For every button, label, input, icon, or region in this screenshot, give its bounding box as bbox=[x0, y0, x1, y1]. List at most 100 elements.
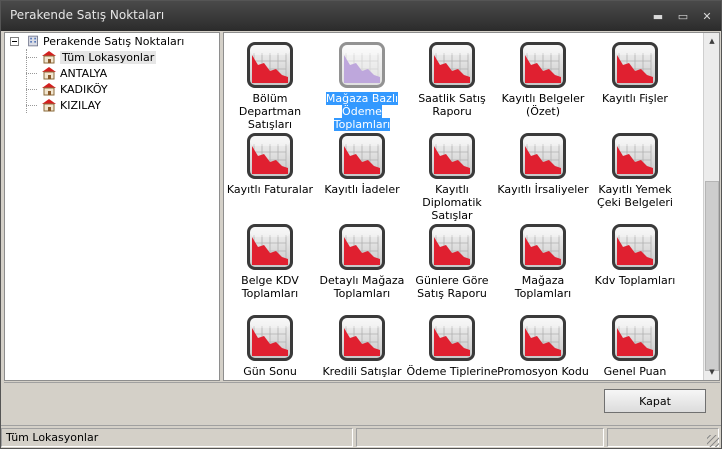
location-tree[interactable]: Perakende Satış Noktaları Tüm Lokasyonla… bbox=[4, 32, 220, 381]
report-chart-icon bbox=[247, 42, 293, 88]
report-tile[interactable]: Bölüm Departman Satışları bbox=[224, 36, 316, 131]
store-icon bbox=[42, 83, 56, 96]
report-chart-icon bbox=[247, 133, 293, 179]
status-location: Tüm Lokasyonlar bbox=[1, 428, 353, 447]
report-chart-icon bbox=[339, 224, 385, 270]
status-panel-2 bbox=[356, 428, 604, 447]
report-label: Günlere Göre Satış Raporu bbox=[415, 274, 489, 300]
report-tile[interactable]: Kredili Satışlar bbox=[316, 309, 408, 380]
report-tile[interactable]: Saatlik Satış Raporu bbox=[406, 36, 498, 124]
report-label: Kayıtlı Belgeler (Özet) bbox=[501, 92, 585, 118]
report-chart-icon bbox=[429, 315, 475, 361]
report-window: Perakende Satış Noktaları ▬ ▭ ✕ Perakend… bbox=[0, 0, 722, 449]
report-label: Mağaza Toplamları bbox=[514, 274, 572, 300]
tree-connector bbox=[26, 89, 37, 90]
report-tile[interactable]: Genel Puan bbox=[589, 309, 681, 380]
tree-connector bbox=[26, 105, 37, 106]
tree-item-tum-lokasyonlar[interactable]: Tüm Lokasyonlar bbox=[41, 49, 157, 65]
report-label: Belge KDV Toplamları bbox=[241, 274, 299, 300]
report-label: Detaylı Mağaza Toplamları bbox=[319, 274, 405, 300]
close-button[interactable]: Kapat bbox=[604, 389, 706, 413]
report-chart-icon bbox=[520, 42, 566, 88]
report-label: Kredili Satışlar bbox=[322, 365, 402, 378]
minimize-icon[interactable]: ▬ bbox=[649, 7, 667, 25]
collapse-toggle-icon[interactable] bbox=[10, 37, 19, 46]
report-label: Mağaza Bazlı Ödeme Toplamları bbox=[325, 92, 399, 131]
tree-item-kadikoy[interactable]: KADIKÖY bbox=[41, 81, 108, 97]
report-tile[interactable]: Ödeme Tiplerine Göre Satışlar bbox=[406, 309, 498, 380]
scroll-down-icon[interactable]: ▼ bbox=[704, 364, 719, 380]
report-tile[interactable]: Gün Sonu Raporu bbox=[224, 309, 316, 380]
store-icon bbox=[42, 51, 56, 64]
tree-connector bbox=[26, 73, 37, 74]
tree-item-label: Tüm Lokasyonlar bbox=[60, 50, 157, 64]
report-label: Kayıtlı İrsaliyeler bbox=[497, 183, 589, 196]
report-chart-icon bbox=[429, 42, 475, 88]
report-chart-icon bbox=[339, 315, 385, 361]
status-panel-3 bbox=[607, 428, 719, 447]
report-tile[interactable]: Detaylı Mağaza Toplamları bbox=[316, 218, 408, 306]
title-bar[interactable]: Perakende Satış Noktaları ▬ ▭ ✕ bbox=[1, 1, 721, 31]
report-tile[interactable]: Kayıtlı Fişler bbox=[589, 36, 681, 124]
report-tile[interactable]: Kayıtlı İrsaliyeler bbox=[497, 127, 589, 215]
report-tile[interactable]: Kayıtlı Belgeler (Özet) bbox=[497, 36, 589, 124]
report-label: Kayıtlı Yemek Çeki Belgeleri bbox=[597, 183, 673, 209]
window-title: Perakende Satış Noktaları bbox=[10, 8, 165, 22]
report-label: Genel Puan bbox=[603, 365, 667, 378]
tree-connector bbox=[26, 49, 38, 113]
store-icon bbox=[42, 67, 56, 80]
report-chart-icon bbox=[612, 42, 658, 88]
tree-root[interactable]: Perakende Satış Noktaları bbox=[27, 33, 184, 49]
report-chart-icon bbox=[339, 42, 385, 88]
resize-grip-icon[interactable] bbox=[707, 435, 719, 447]
report-tile[interactable]: Kayıtlı Diplomatik Satışlar bbox=[406, 127, 498, 222]
report-chart-icon bbox=[612, 315, 658, 361]
report-chart-icon bbox=[429, 133, 475, 179]
report-label: Bölüm Departman Satışları bbox=[238, 92, 302, 131]
report-label: Ödeme Tiplerine Göre Satışlar bbox=[406, 365, 498, 380]
tree-item-label: KADIKÖY bbox=[60, 82, 108, 96]
report-chart-icon bbox=[520, 224, 566, 270]
tree-item-kizilay[interactable]: KIZILAY bbox=[41, 97, 101, 113]
report-tile[interactable]: Kdv Toplamları bbox=[589, 218, 681, 306]
report-chart-icon bbox=[612, 224, 658, 270]
report-tile[interactable]: Kayıtlı Faturalar bbox=[224, 127, 316, 215]
building-icon bbox=[28, 35, 38, 47]
tree-item-label: ANTALYA bbox=[60, 66, 108, 80]
button-bar: Kapat bbox=[4, 382, 720, 424]
tree-item-label: KIZILAY bbox=[60, 98, 102, 112]
vertical-scrollbar[interactable]: ▲ ▼ bbox=[703, 33, 719, 380]
report-chart-icon bbox=[520, 315, 566, 361]
report-tile[interactable]: Mağaza Bazlı Ödeme Toplamları bbox=[316, 36, 408, 131]
report-label: Kayıtlı İadeler bbox=[324, 183, 400, 196]
report-tile[interactable]: Kayıtlı Yemek Çeki Belgeleri bbox=[589, 127, 681, 215]
report-label: Kayıtlı Faturalar bbox=[226, 183, 314, 196]
report-list[interactable]: Bölüm Departman Satışları Mağaza Bazlı Öd… bbox=[223, 32, 720, 381]
report-label: Gün Sonu Raporu bbox=[243, 365, 297, 380]
report-label: Kayıtlı Diplomatik Satışlar bbox=[422, 183, 482, 222]
report-tile[interactable]: Promosyon Kodu bbox=[497, 309, 589, 380]
scroll-up-icon[interactable]: ▲ bbox=[704, 33, 719, 49]
report-tile[interactable]: Mağaza Toplamları bbox=[497, 218, 589, 306]
close-icon[interactable]: ✕ bbox=[698, 7, 716, 25]
report-chart-icon bbox=[247, 315, 293, 361]
tree-item-antalya[interactable]: ANTALYA bbox=[41, 65, 107, 81]
status-bar: Tüm Lokasyonlar bbox=[1, 425, 721, 448]
report-tile[interactable]: Günlere Göre Satış Raporu bbox=[406, 218, 498, 306]
report-label: Kdv Toplamları bbox=[594, 274, 676, 287]
report-tile[interactable]: Belge KDV Toplamları bbox=[224, 218, 316, 306]
tree-root-label: Perakende Satış Noktaları bbox=[43, 34, 185, 48]
report-label: Kayıtlı Fişler bbox=[602, 92, 668, 105]
report-chart-icon bbox=[339, 133, 385, 179]
report-chart-icon bbox=[612, 133, 658, 179]
store-icon bbox=[42, 99, 56, 112]
maximize-icon[interactable]: ▭ bbox=[674, 7, 692, 25]
scroll-thumb[interactable] bbox=[705, 181, 719, 371]
report-tile[interactable]: Kayıtlı İadeler bbox=[316, 127, 408, 215]
report-label: Promosyon Kodu bbox=[497, 365, 589, 378]
tree-connector bbox=[26, 57, 37, 58]
report-label: Saatlik Satış Raporu bbox=[418, 92, 486, 118]
report-chart-icon bbox=[247, 224, 293, 270]
report-chart-icon bbox=[520, 133, 566, 179]
report-chart-icon bbox=[429, 224, 475, 270]
